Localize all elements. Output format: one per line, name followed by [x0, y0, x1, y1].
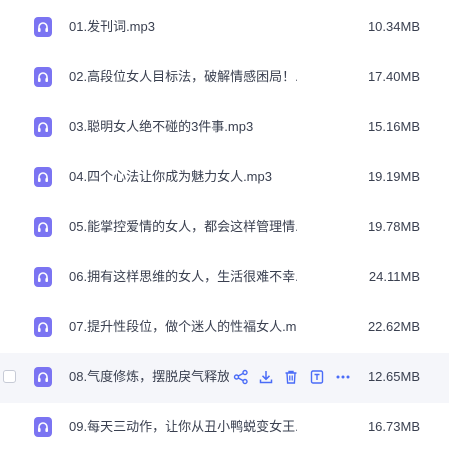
file-size: 12.65MB — [367, 369, 420, 384]
more-icon[interactable] — [334, 368, 352, 386]
file-name[interactable]: 03.聪明女人绝不碰的3件事.mp3 — [69, 119, 297, 135]
list-item-hovered[interactable]: 08.气度修炼，摆脱戾气释放吸 12.65MB — [0, 353, 449, 403]
audio-file-icon — [34, 117, 52, 137]
file-name[interactable]: 09.每天三动作，让你从丑小鸭蜕变女王.... — [69, 419, 297, 435]
list-item[interactable]: 04.四个心法让你成为魅力女人.mp3 19.19MB — [0, 153, 449, 203]
file-size: 19.19MB — [367, 169, 420, 184]
download-icon[interactable] — [257, 368, 275, 386]
audio-file-icon — [34, 317, 52, 337]
text-file-icon[interactable] — [308, 368, 326, 386]
share-icon[interactable] — [232, 368, 250, 386]
file-name[interactable]: 01.发刊词.mp3 — [69, 19, 297, 35]
delete-icon[interactable] — [282, 368, 300, 386]
file-name[interactable]: 04.四个心法让你成为魅力女人.mp3 — [69, 169, 297, 185]
list-item[interactable]: 03.聪明女人绝不碰的3件事.mp3 15.16MB — [0, 103, 449, 153]
audio-file-icon — [34, 417, 52, 437]
file-list: 01.发刊词.mp3 10.34MB 02.高段位女人目标法，破解情感困局！..… — [0, 0, 449, 453]
file-name[interactable]: 06.拥有这样思维的女人，生活很难不幸... — [69, 269, 297, 285]
row-checkbox[interactable] — [3, 370, 16, 383]
file-name[interactable]: 08.气度修炼，摆脱戾气释放吸 — [69, 369, 229, 385]
file-name[interactable]: 05.能掌控爱情的女人，都会这样管理情... — [69, 219, 297, 235]
audio-file-icon — [34, 267, 52, 287]
list-item[interactable]: 05.能掌控爱情的女人，都会这样管理情... 19.78MB — [0, 203, 449, 253]
file-size: 10.34MB — [367, 19, 420, 34]
list-item[interactable]: 02.高段位女人目标法，破解情感困局！.... 17.40MB — [0, 53, 449, 103]
file-name[interactable]: 02.高段位女人目标法，破解情感困局！.... — [69, 69, 297, 85]
file-size: 17.40MB — [367, 69, 420, 84]
file-size: 15.16MB — [367, 119, 420, 134]
audio-file-icon — [34, 67, 52, 87]
list-item[interactable]: 06.拥有这样思维的女人，生活很难不幸... 24.11MB — [0, 253, 449, 303]
file-size: 19.78MB — [367, 219, 420, 234]
list-item[interactable]: 07.提升性段位，做个迷人的性福女人.m... 22.62MB — [0, 303, 449, 353]
file-size: 22.62MB — [367, 319, 420, 334]
audio-file-icon — [34, 167, 52, 187]
file-name[interactable]: 07.提升性段位，做个迷人的性福女人.m... — [69, 319, 297, 335]
list-item[interactable]: 09.每天三动作，让你从丑小鸭蜕变女王.... 16.73MB — [0, 403, 449, 453]
audio-file-icon — [34, 17, 52, 37]
audio-file-icon — [34, 217, 52, 237]
list-item[interactable]: 01.发刊词.mp3 10.34MB — [0, 3, 449, 53]
file-size: 24.11MB — [368, 269, 420, 284]
audio-file-icon — [34, 367, 52, 387]
file-size: 16.73MB — [367, 419, 420, 434]
